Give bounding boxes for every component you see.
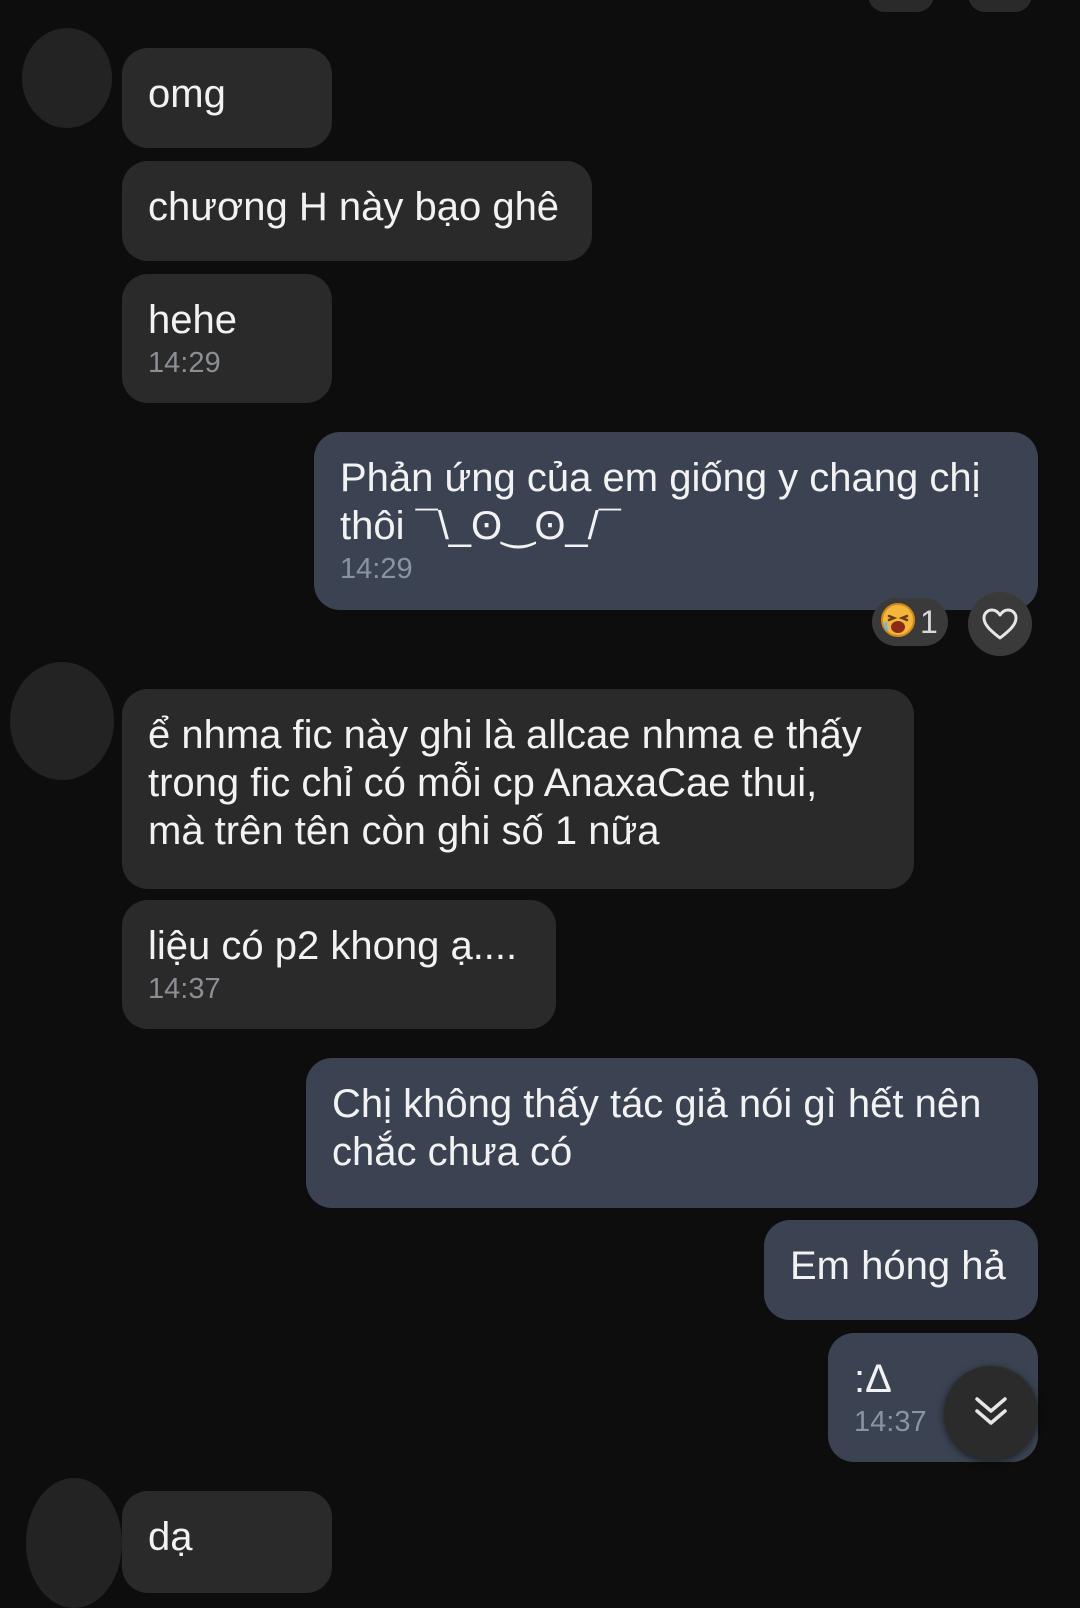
message-bubble-incoming[interactable]: chương H này bạo ghê — [122, 161, 592, 261]
message-bubble-incoming[interactable]: omg — [122, 48, 332, 148]
message-bubble-incoming[interactable]: ể nhma fic này ghi là allcae nhma e thấy… — [122, 689, 914, 889]
top-reaction-pill[interactable] — [868, 0, 934, 12]
message-text: omg — [148, 72, 226, 116]
message-text: chương H này bạo ghê — [148, 185, 560, 229]
message-text: Em hóng hả — [790, 1244, 1006, 1288]
message-bubble-incoming[interactable]: dạ — [122, 1491, 332, 1593]
message-bubble-incoming[interactable]: liệu có p2 khong ạ.... 14:37 — [122, 900, 556, 1029]
message-timestamp: 14:29 — [148, 347, 221, 379]
top-heart-button[interactable] — [968, 0, 1032, 12]
message-text: dạ — [148, 1515, 193, 1559]
sender-avatar[interactable] — [22, 28, 112, 128]
sender-avatar[interactable] — [26, 1478, 122, 1608]
scroll-to-bottom-button[interactable] — [944, 1366, 1038, 1460]
message-bubble-outgoing[interactable]: Em hóng hả — [764, 1220, 1038, 1320]
message-bubble-incoming[interactable]: hehe 14:29 — [122, 274, 332, 403]
message-timestamp: 14:37 — [148, 973, 221, 1005]
sender-avatar[interactable] — [10, 662, 114, 780]
message-text: Chị không thấy tác giả nói gì hết nên ch… — [332, 1082, 982, 1174]
laughing-face-icon — [880, 602, 916, 643]
message-timestamp: 14:29 — [340, 553, 413, 585]
heart-icon[interactable] — [968, 592, 1032, 656]
reaction-badge[interactable]: 1 — [872, 598, 948, 646]
message-text: liệu có p2 khong ạ.... — [148, 924, 518, 968]
reaction-count: 1 — [920, 603, 938, 640]
message-text: Phản ứng của em giống y chang chị thôi ¯… — [340, 456, 981, 548]
double-chevron-down-icon — [971, 1391, 1011, 1436]
message-text: ể nhma fic này ghi là allcae nhma e thấy… — [148, 713, 862, 853]
message-bubble-outgoing[interactable]: Chị không thấy tác giả nói gì hết nên ch… — [306, 1058, 1038, 1208]
message-text: hehe — [148, 298, 237, 342]
message-bubble-outgoing[interactable]: Phản ứng của em giống y chang chị thôi ¯… — [314, 432, 1038, 610]
